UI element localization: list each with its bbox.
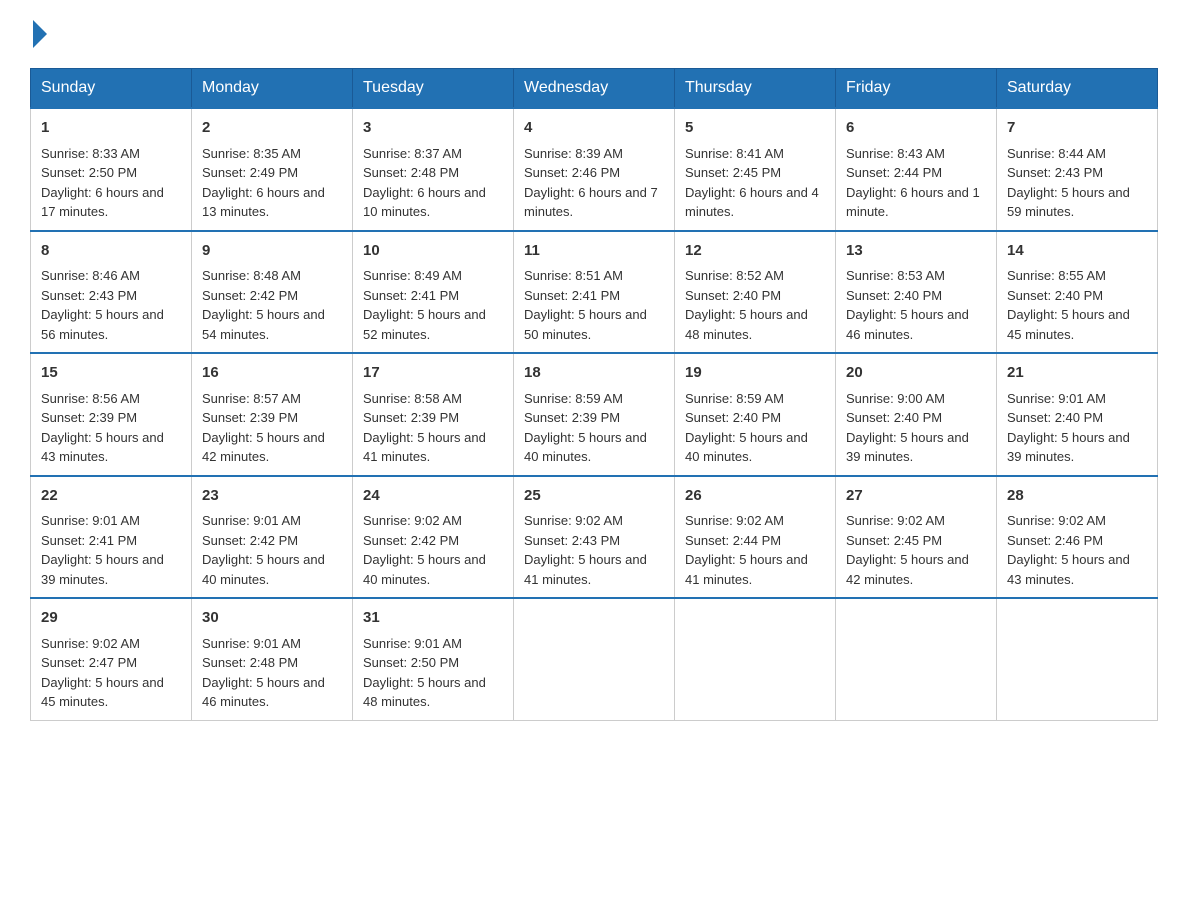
day-number: 11 [524, 240, 664, 263]
calendar-day-cell: 7Sunrise: 8:44 AMSunset: 2:43 PMDaylight… [997, 108, 1158, 231]
day-of-week-header: Friday [836, 69, 997, 109]
calendar-day-cell: 19Sunrise: 8:59 AMSunset: 2:40 PMDayligh… [675, 353, 836, 476]
calendar-day-cell [836, 598, 997, 720]
calendar-day-cell: 18Sunrise: 8:59 AMSunset: 2:39 PMDayligh… [514, 353, 675, 476]
calendar-day-cell: 24Sunrise: 9:02 AMSunset: 2:42 PMDayligh… [353, 476, 514, 599]
day-number: 4 [524, 117, 664, 140]
calendar-header-row: SundayMondayTuesdayWednesdayThursdayFrid… [31, 69, 1158, 109]
calendar-day-cell: 26Sunrise: 9:02 AMSunset: 2:44 PMDayligh… [675, 476, 836, 599]
day-of-week-header: Monday [192, 69, 353, 109]
day-of-week-header: Thursday [675, 69, 836, 109]
day-of-week-header: Tuesday [353, 69, 514, 109]
day-number: 5 [685, 117, 825, 140]
calendar-day-cell: 22Sunrise: 9:01 AMSunset: 2:41 PMDayligh… [31, 476, 192, 599]
day-number: 12 [685, 240, 825, 263]
day-number: 7 [1007, 117, 1147, 140]
calendar-day-cell [514, 598, 675, 720]
calendar-day-cell: 6Sunrise: 8:43 AMSunset: 2:44 PMDaylight… [836, 108, 997, 231]
calendar-day-cell: 10Sunrise: 8:49 AMSunset: 2:41 PMDayligh… [353, 231, 514, 354]
day-number: 2 [202, 117, 342, 140]
day-number: 21 [1007, 362, 1147, 385]
day-number: 6 [846, 117, 986, 140]
day-number: 3 [363, 117, 503, 140]
calendar-day-cell: 31Sunrise: 9:01 AMSunset: 2:50 PMDayligh… [353, 598, 514, 720]
calendar-week-row: 29Sunrise: 9:02 AMSunset: 2:47 PMDayligh… [31, 598, 1158, 720]
calendar-day-cell: 29Sunrise: 9:02 AMSunset: 2:47 PMDayligh… [31, 598, 192, 720]
day-number: 31 [363, 607, 503, 630]
calendar-day-cell: 13Sunrise: 8:53 AMSunset: 2:40 PMDayligh… [836, 231, 997, 354]
day-number: 8 [41, 240, 181, 263]
day-number: 14 [1007, 240, 1147, 263]
calendar-day-cell: 16Sunrise: 8:57 AMSunset: 2:39 PMDayligh… [192, 353, 353, 476]
day-number: 9 [202, 240, 342, 263]
day-number: 13 [846, 240, 986, 263]
calendar-day-cell: 4Sunrise: 8:39 AMSunset: 2:46 PMDaylight… [514, 108, 675, 231]
day-number: 30 [202, 607, 342, 630]
calendar-day-cell: 5Sunrise: 8:41 AMSunset: 2:45 PMDaylight… [675, 108, 836, 231]
day-number: 19 [685, 362, 825, 385]
calendar-day-cell: 30Sunrise: 9:01 AMSunset: 2:48 PMDayligh… [192, 598, 353, 720]
calendar-day-cell: 14Sunrise: 8:55 AMSunset: 2:40 PMDayligh… [997, 231, 1158, 354]
calendar-day-cell: 23Sunrise: 9:01 AMSunset: 2:42 PMDayligh… [192, 476, 353, 599]
calendar-table: SundayMondayTuesdayWednesdayThursdayFrid… [30, 68, 1158, 721]
day-of-week-header: Saturday [997, 69, 1158, 109]
day-of-week-header: Wednesday [514, 69, 675, 109]
day-number: 15 [41, 362, 181, 385]
day-number: 28 [1007, 485, 1147, 508]
calendar-day-cell: 21Sunrise: 9:01 AMSunset: 2:40 PMDayligh… [997, 353, 1158, 476]
day-number: 23 [202, 485, 342, 508]
calendar-day-cell: 9Sunrise: 8:48 AMSunset: 2:42 PMDaylight… [192, 231, 353, 354]
calendar-week-row: 22Sunrise: 9:01 AMSunset: 2:41 PMDayligh… [31, 476, 1158, 599]
calendar-day-cell: 15Sunrise: 8:56 AMSunset: 2:39 PMDayligh… [31, 353, 192, 476]
day-number: 22 [41, 485, 181, 508]
calendar-day-cell: 8Sunrise: 8:46 AMSunset: 2:43 PMDaylight… [31, 231, 192, 354]
day-number: 25 [524, 485, 664, 508]
logo [30, 20, 47, 48]
day-number: 10 [363, 240, 503, 263]
calendar-day-cell [675, 598, 836, 720]
day-number: 20 [846, 362, 986, 385]
day-number: 18 [524, 362, 664, 385]
day-number: 17 [363, 362, 503, 385]
calendar-day-cell: 12Sunrise: 8:52 AMSunset: 2:40 PMDayligh… [675, 231, 836, 354]
calendar-day-cell: 11Sunrise: 8:51 AMSunset: 2:41 PMDayligh… [514, 231, 675, 354]
calendar-day-cell: 20Sunrise: 9:00 AMSunset: 2:40 PMDayligh… [836, 353, 997, 476]
calendar-day-cell: 3Sunrise: 8:37 AMSunset: 2:48 PMDaylight… [353, 108, 514, 231]
logo-triangle-icon [33, 20, 47, 48]
calendar-day-cell: 17Sunrise: 8:58 AMSunset: 2:39 PMDayligh… [353, 353, 514, 476]
day-number: 16 [202, 362, 342, 385]
day-number: 1 [41, 117, 181, 140]
calendar-day-cell: 2Sunrise: 8:35 AMSunset: 2:49 PMDaylight… [192, 108, 353, 231]
page-header [30, 20, 1158, 48]
day-number: 24 [363, 485, 503, 508]
calendar-week-row: 8Sunrise: 8:46 AMSunset: 2:43 PMDaylight… [31, 231, 1158, 354]
calendar-day-cell: 27Sunrise: 9:02 AMSunset: 2:45 PMDayligh… [836, 476, 997, 599]
calendar-week-row: 1Sunrise: 8:33 AMSunset: 2:50 PMDaylight… [31, 108, 1158, 231]
calendar-day-cell: 1Sunrise: 8:33 AMSunset: 2:50 PMDaylight… [31, 108, 192, 231]
day-of-week-header: Sunday [31, 69, 192, 109]
calendar-day-cell: 25Sunrise: 9:02 AMSunset: 2:43 PMDayligh… [514, 476, 675, 599]
calendar-day-cell: 28Sunrise: 9:02 AMSunset: 2:46 PMDayligh… [997, 476, 1158, 599]
calendar-week-row: 15Sunrise: 8:56 AMSunset: 2:39 PMDayligh… [31, 353, 1158, 476]
day-number: 27 [846, 485, 986, 508]
day-number: 26 [685, 485, 825, 508]
calendar-day-cell [997, 598, 1158, 720]
day-number: 29 [41, 607, 181, 630]
